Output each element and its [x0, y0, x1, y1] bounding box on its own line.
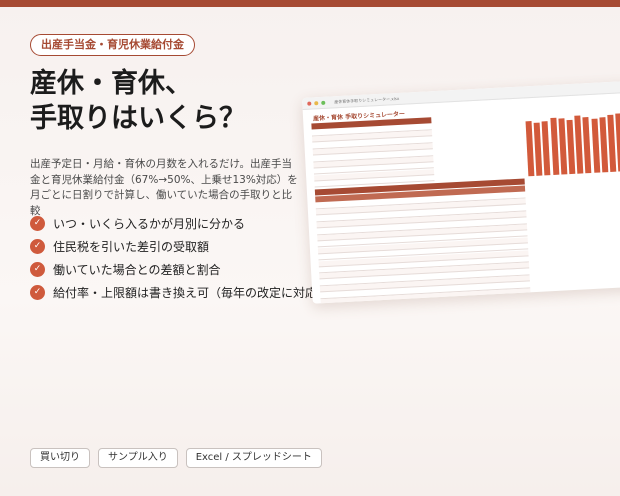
feature-text: いつ・いくら入るかが月別に分かる	[53, 217, 246, 231]
spreadsheet-preview: 産休育休手取りシミュレーター.xlsx 産休・育休 手取りシミュレーター	[302, 80, 620, 304]
chart-bar	[549, 117, 559, 175]
chart-bar	[566, 119, 576, 175]
badge-format: Excel / スプレッドシート	[185, 448, 322, 468]
chart-bar	[558, 118, 568, 175]
category-tag: 出産手当金・育児休業給付金	[30, 34, 195, 56]
feature-item: ✓ いつ・いくら入るかが月別に分かる	[30, 212, 330, 235]
headline-line-2: 手取りはいくら？	[30, 103, 246, 134]
chart-bar	[599, 116, 609, 173]
chart-bar	[525, 120, 535, 177]
chart-bar	[533, 122, 543, 176]
badge-purchase: 買い切り	[30, 448, 90, 468]
chart-bar	[574, 115, 584, 174]
feature-list: ✓ いつ・いくら入るかが月別に分かる ✓ 住民税を引いた差引の受取額 ✓ 働いていた場…	[30, 212, 330, 304]
headline-line-1: 産休・育休、	[30, 68, 192, 99]
feature-text: 給付率・上限額は書き換え可（毎年の改定に対応）	[53, 286, 330, 300]
feature-text: 働いていた場合との差額と割合	[53, 263, 221, 277]
top-accent-bar	[0, 0, 620, 7]
window-dot-icon	[314, 100, 319, 105]
feature-text: 住民税を引いた差引の受取額	[53, 240, 210, 254]
description: 出産予定日・月給・育休の月数を入れるだけ。出産手当金と育児休業給付金（67%→5…	[30, 158, 298, 217]
feature-item: ✓ 給付率・上限額は書き換え可（毎年の改定に対応）	[30, 281, 330, 304]
chart-bar	[607, 114, 617, 172]
sheet-file-name: 産休育休手取りシミュレーター.xlsx	[334, 95, 400, 104]
headline: 産休・育休、 手取りはいくら？	[30, 66, 290, 136]
chart-bar	[615, 113, 620, 172]
badge-sample: サンプル入り	[98, 448, 178, 468]
check-icon: ✓	[30, 239, 45, 254]
product-badges: 買い切り サンプル入り Excel / スプレッドシート	[30, 448, 322, 468]
check-icon: ✓	[30, 262, 45, 277]
feature-item: ✓ 働いていた場合との差額と割合	[30, 258, 330, 281]
window-dot-icon	[321, 100, 326, 105]
feature-item: ✓ 住民税を引いた差引の受取額	[30, 235, 330, 258]
chart-bar	[582, 116, 592, 174]
chart-bar	[591, 118, 600, 173]
check-icon: ✓	[30, 285, 45, 300]
sheet-bar-chart	[525, 101, 620, 177]
check-icon: ✓	[30, 216, 45, 231]
chart-bar	[541, 121, 551, 176]
window-dot-icon	[307, 101, 312, 106]
